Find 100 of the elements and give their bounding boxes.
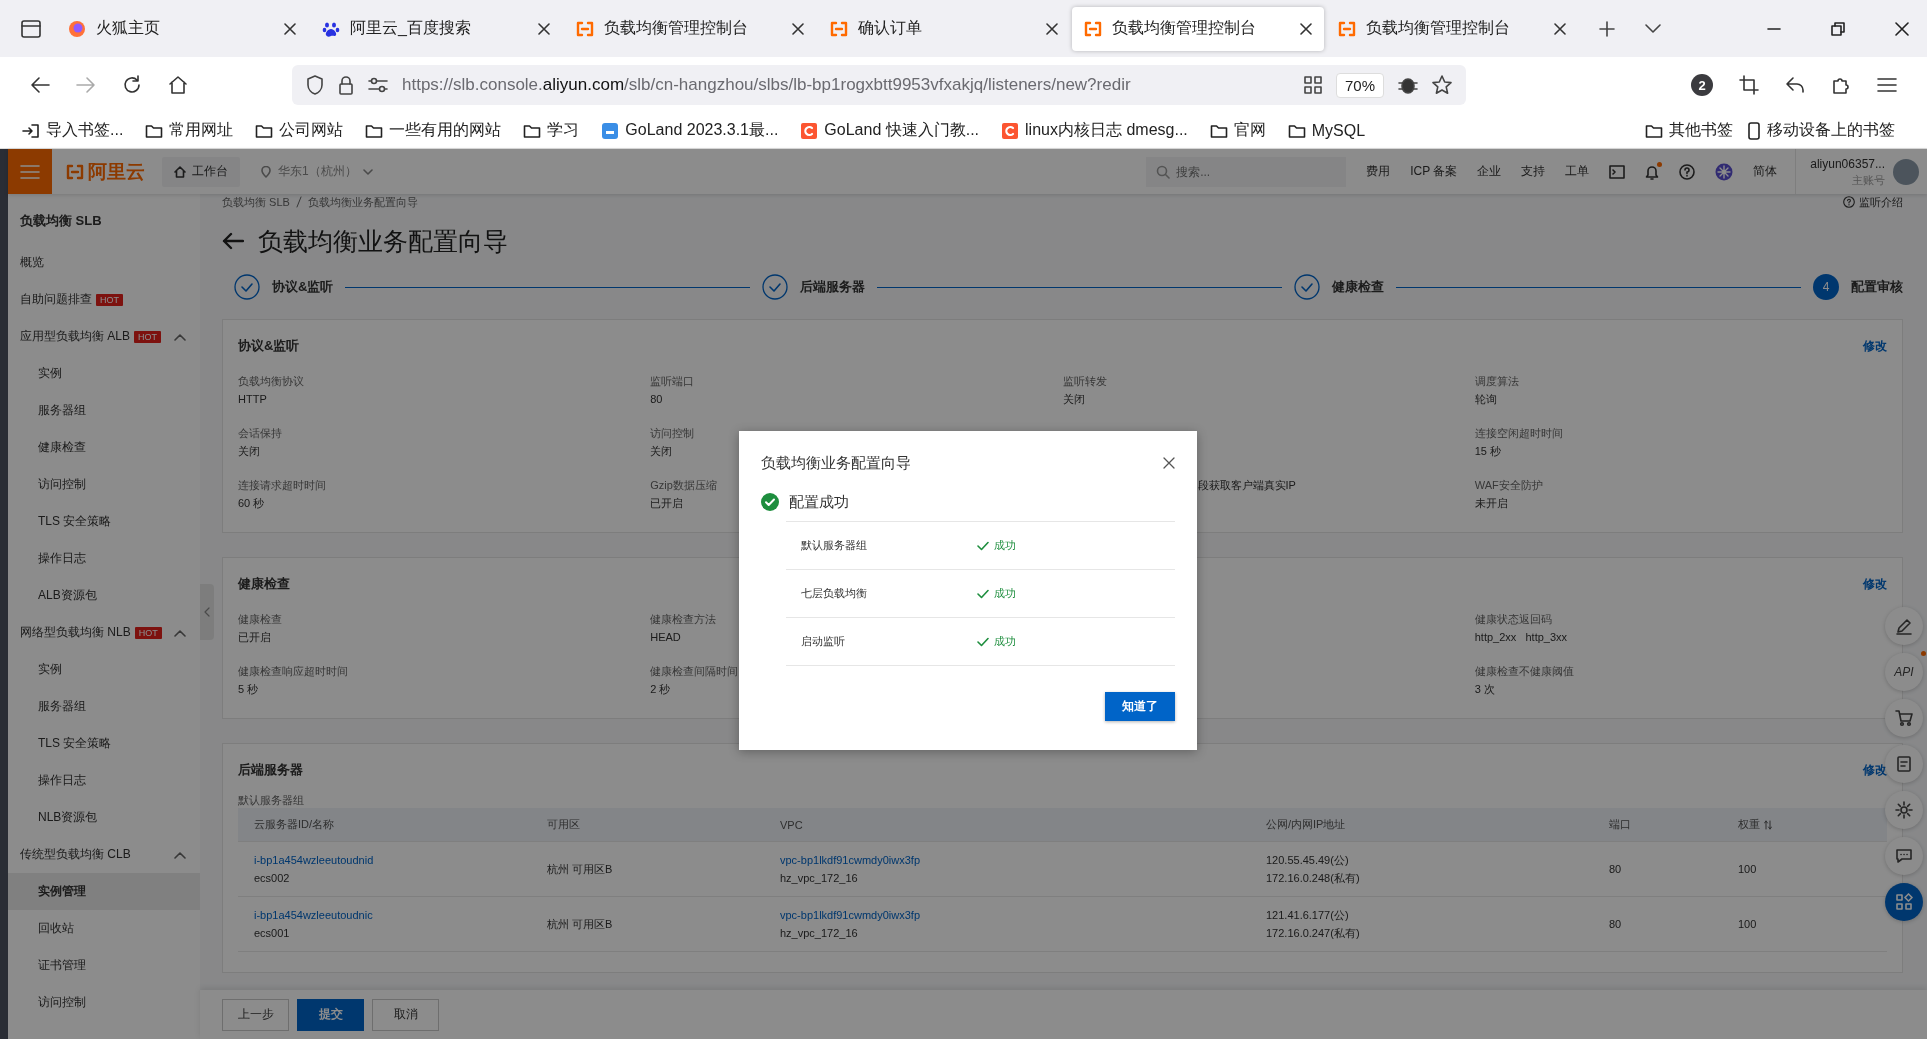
header-link[interactable]: 费用 — [1366, 163, 1391, 180]
bookmark[interactable]: 导入书签... — [22, 120, 124, 141]
close-icon[interactable] — [1554, 22, 1566, 35]
sidebar-item[interactable]: ALB资源包 — [8, 577, 200, 614]
browser-tab[interactable]: 阿里云_百度搜索 — [310, 6, 562, 51]
bookmark[interactable]: GoLand 快速入门教... — [800, 120, 980, 141]
close-icon[interactable] — [792, 22, 804, 35]
sidebar-item[interactable]: 自助问题排查 HOT — [8, 281, 200, 318]
account-badge[interactable]: 2 — [1691, 74, 1713, 96]
terminal-icon[interactable] — [1609, 164, 1626, 179]
sidebar-item[interactable]: 实例 — [8, 651, 200, 688]
bell-icon[interactable] — [1645, 163, 1660, 180]
edit-link[interactable]: 修改 — [1863, 761, 1887, 779]
bookmark[interactable]: 其他书签 — [1645, 120, 1733, 141]
sidebar-item[interactable]: 操作日志 — [8, 540, 200, 577]
sidebar-item[interactable]: NLB资源包 — [8, 799, 200, 836]
footer-button[interactable]: 上一步 — [222, 998, 289, 1031]
region-selector[interactable]: 华东1（杭州） — [260, 163, 373, 180]
sidebar-item[interactable]: 操作日志 — [8, 762, 200, 799]
bookmark[interactable]: 公司网站 — [255, 120, 344, 141]
workbench-button[interactable]: 工作台 — [162, 156, 240, 187]
chevron-up-icon[interactable] — [174, 628, 186, 637]
close-icon[interactable] — [1895, 21, 1909, 36]
table-link[interactable]: vpc-bp1lkdf91cwmdy0iwx3fp — [780, 851, 1250, 869]
restore-icon[interactable] — [1831, 21, 1845, 36]
sidebar-item[interactable]: 访问控制 — [8, 984, 200, 1021]
tool-button[interactable]: API — [1885, 653, 1923, 691]
qr-code-icon[interactable] — [1303, 76, 1322, 94]
breadcrumb-link[interactable]: 负载均衡业务配置向导 — [307, 194, 418, 210]
breadcrumb-link[interactable]: 负载均衡 SLB — [222, 194, 290, 210]
edit-link[interactable]: 修改 — [1863, 575, 1887, 593]
sidebar-item[interactable]: 应用型负载均衡 ALB HOT — [8, 318, 200, 355]
address-bar[interactable]: https://slb.console.aliyun.com/slb/cn-hangzhou/slbs/lb-bp1rogxbtt9953vfxakjq/listeners/new?redir 70% — [292, 65, 1466, 105]
sidebar-item[interactable]: 服务器组 — [8, 392, 200, 429]
table-link[interactable]: i-bp1a454wzleeutoudnid — [254, 851, 531, 869]
sidebar-item[interactable]: TLS 安全策略 — [8, 503, 200, 540]
sidebar-item[interactable]: 访问控制 — [8, 466, 200, 503]
sidebar-item[interactable]: 实例 — [8, 355, 200, 392]
help-link[interactable]: 监听介绍 — [1843, 194, 1903, 210]
bookmark[interactable]: 常用网址 — [145, 120, 234, 141]
sidebar-item[interactable]: 实例管理 — [8, 873, 200, 910]
header-link[interactable]: ICP 备案 — [1410, 163, 1458, 180]
back-arrow-icon[interactable] — [30, 76, 50, 94]
bookmark[interactable]: linux内核日志 dmesg... — [1001, 120, 1188, 141]
reload-icon[interactable] — [122, 75, 142, 95]
edit-link[interactable]: 修改 — [1863, 337, 1887, 355]
sidebar-item[interactable]: 健康检查 — [8, 429, 200, 466]
sidebar-item[interactable]: 服务器组 — [8, 688, 200, 725]
menu-icon[interactable] — [1877, 77, 1897, 93]
user-name[interactable]: aliyun06357... — [1810, 155, 1885, 172]
undo-arrow-icon[interactable] — [1785, 76, 1805, 94]
sidebar-item[interactable]: 概览 — [8, 244, 200, 281]
sidebar-item[interactable]: 证书管理 — [8, 947, 200, 984]
sidebar-item[interactable]: 网络型负载均衡 NLB HOT — [8, 614, 200, 651]
table-link[interactable]: i-bp1a454wzleeutoudnic — [254, 906, 531, 924]
star-icon[interactable] — [1432, 75, 1452, 95]
header-link[interactable]: 企业 — [1477, 163, 1502, 180]
plus-icon[interactable] — [1598, 19, 1616, 38]
search-field[interactable]: 搜索... — [1146, 156, 1347, 187]
chevron-up-icon[interactable] — [174, 332, 186, 341]
bookmark[interactable]: 一些有用的网站 — [365, 120, 502, 141]
home-icon[interactable] — [168, 75, 188, 95]
browser-tab[interactable]: 确认订单 — [818, 6, 1070, 51]
footer-button[interactable]: 提交 — [297, 998, 364, 1031]
bookmark[interactable]: 官网 — [1209, 120, 1266, 141]
browser-tab[interactable]: 负载均衡管理控制台 — [564, 6, 816, 51]
tool-button[interactable] — [1885, 883, 1923, 921]
sidebar-item[interactable]: 回收站 — [8, 910, 200, 947]
browser-tab[interactable]: 负载均衡管理控制台 — [1072, 6, 1324, 51]
tool-button[interactable] — [1885, 745, 1923, 783]
bookmark[interactable]: GoLand 2023.3.1最... — [601, 120, 779, 141]
bookmark[interactable]: MySQL — [1287, 121, 1366, 140]
column-header[interactable]: 权重 — [1722, 817, 1887, 832]
puzzle-icon[interactable] — [1831, 75, 1851, 95]
back-arrow-icon[interactable] — [222, 232, 244, 250]
language-link[interactable]: 简体 — [1753, 163, 1778, 180]
crop-icon[interactable] — [1739, 75, 1759, 95]
help-icon[interactable] — [1679, 163, 1696, 180]
close-icon[interactable] — [1046, 22, 1058, 35]
header-link[interactable]: 工单 — [1565, 163, 1590, 180]
tab-manager-icon[interactable] — [20, 18, 42, 39]
bookmark[interactable]: 学习 — [523, 120, 580, 141]
tool-button[interactable] — [1885, 699, 1923, 737]
tool-button[interactable] — [1885, 791, 1923, 829]
zoom-badge[interactable]: 70% — [1335, 72, 1384, 98]
header-link[interactable]: 支持 — [1521, 163, 1546, 180]
bug-icon[interactable] — [1398, 75, 1418, 95]
chevron-up-icon[interactable] — [174, 850, 186, 859]
close-icon[interactable] — [284, 22, 296, 35]
sidebar-item[interactable]: TLS 安全策略 — [8, 725, 200, 762]
chevron-down-icon[interactable] — [1644, 22, 1662, 35]
footer-button[interactable]: 取消 — [372, 998, 439, 1031]
ok-button[interactable]: 知道了 — [1105, 692, 1175, 721]
table-link[interactable]: vpc-bp1lkdf91cwmdy0iwx3fp — [780, 906, 1250, 924]
close-icon[interactable] — [1163, 457, 1175, 469]
globe-icon[interactable] — [1715, 162, 1734, 181]
browser-tab[interactable]: 负载均衡管理控制台 — [1326, 6, 1578, 51]
collapse-handle[interactable] — [200, 584, 214, 640]
close-icon[interactable] — [538, 22, 550, 35]
tool-button[interactable] — [1885, 607, 1923, 645]
